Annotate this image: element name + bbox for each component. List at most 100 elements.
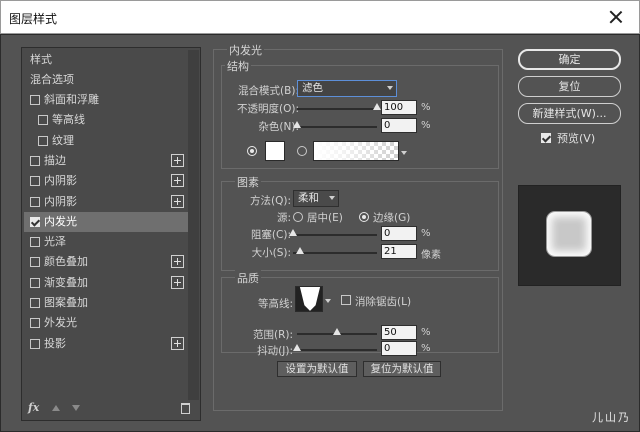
add-icon[interactable] <box>171 275 184 289</box>
style-item[interactable]: 外发光 <box>24 313 188 333</box>
opacity-slider-thumb[interactable] <box>373 103 381 110</box>
choke-label: 阻塞(C): <box>250 229 291 241</box>
blending-options-item[interactable]: 混合选项 <box>24 70 188 90</box>
add-icon[interactable] <box>171 153 184 167</box>
style-item-checkbox[interactable] <box>38 135 48 146</box>
move-down-icon[interactable] <box>72 405 80 411</box>
noise-slider[interactable] <box>293 121 377 128</box>
style-item[interactable]: 纹理 <box>24 131 188 151</box>
make-default-button[interactable]: 设置为默认值 <box>277 361 357 377</box>
style-item-checkbox[interactable] <box>30 216 40 227</box>
choke-slider[interactable] <box>289 229 377 236</box>
add-icon[interactable] <box>171 336 184 350</box>
glow-gradient-swatch[interactable] <box>313 141 399 161</box>
gradient-chevron-down-icon[interactable] <box>401 151 407 155</box>
size-slider-thumb[interactable] <box>296 247 305 254</box>
style-item[interactable]: 内发光 <box>24 211 188 232</box>
technique-dropdown[interactable]: 柔和 <box>293 190 339 207</box>
glow-color-swatch[interactable] <box>265 141 285 161</box>
style-item-label: 渐变叠加 <box>44 275 88 289</box>
range-slider[interactable] <box>297 328 377 335</box>
jitter-label: 抖动(J): <box>257 345 293 357</box>
style-preview <box>518 185 621 286</box>
choke-input[interactable]: 0 <box>381 226 417 241</box>
style-item[interactable]: 图案叠加 <box>24 293 188 313</box>
add-icon[interactable] <box>171 174 184 188</box>
preview-thumbnail <box>546 211 592 257</box>
reset-default-button[interactable]: 复位为默认值 <box>363 361 441 377</box>
list-scrollbar[interactable] <box>188 50 199 400</box>
style-item-checkbox[interactable] <box>30 277 40 288</box>
add-icon[interactable] <box>171 255 184 269</box>
ok-button[interactable]: 确定 <box>518 49 621 70</box>
blend-mode-dropdown[interactable]: 滤色 <box>297 80 397 97</box>
close-icon[interactable] <box>607 8 625 26</box>
add-icon[interactable] <box>171 194 184 208</box>
move-up-icon[interactable] <box>52 405 60 411</box>
style-item-checkbox[interactable] <box>30 257 40 268</box>
noise-unit: % <box>421 120 431 131</box>
style-item-checkbox[interactable] <box>30 155 40 166</box>
contour-preview[interactable] <box>295 286 323 312</box>
trash-icon[interactable] <box>181 403 190 414</box>
contour-label: 等高线: <box>257 298 293 310</box>
style-item-label: 纹理 <box>52 133 74 147</box>
range-label: 范围(R): <box>252 329 293 341</box>
style-item-checkbox[interactable] <box>38 115 48 126</box>
list-footer: fx <box>22 398 200 420</box>
style-item[interactable]: 颜色叠加 <box>24 252 188 272</box>
range-input[interactable]: 50 <box>381 325 417 340</box>
style-item[interactable]: 渐变叠加 <box>24 273 188 293</box>
anti-alias-checkbox[interactable] <box>341 295 351 305</box>
noise-slider-thumb[interactable] <box>293 121 301 128</box>
opacity-label: 不透明度(O): <box>237 103 299 115</box>
style-item[interactable]: 描边 <box>24 151 188 171</box>
contour-chevron-down-icon[interactable] <box>325 299 331 303</box>
source-center-radio[interactable] <box>293 212 303 222</box>
style-item-checkbox[interactable] <box>30 176 40 187</box>
style-item[interactable]: 斜面和浮雕 <box>24 90 188 110</box>
preview-label: 预览(V) <box>557 132 596 145</box>
choke-unit: % <box>421 228 431 239</box>
source-center-label: 居中(E) <box>307 212 343 224</box>
style-item[interactable]: 内阴影 <box>24 171 188 191</box>
size-slider[interactable] <box>293 247 377 254</box>
style-item-label: 斜面和浮雕 <box>44 93 99 106</box>
style-item-checkbox[interactable] <box>30 95 40 105</box>
new-style-button[interactable]: 新建样式(W)... <box>518 103 621 124</box>
quality-title: 品质 <box>235 270 261 286</box>
range-slider-thumb[interactable] <box>333 328 341 335</box>
anti-alias-label: 消除锯齿(L) <box>355 296 412 308</box>
preview-checkbox[interactable] <box>541 133 551 143</box>
source-label: 源: <box>276 212 291 224</box>
size-input[interactable]: 21 <box>381 244 417 259</box>
style-item-checkbox[interactable] <box>30 338 40 349</box>
window-title: 图层样式 <box>9 12 58 26</box>
noise-input[interactable]: 0 <box>381 118 417 133</box>
contour-curve-icon <box>296 287 322 311</box>
jitter-slider[interactable] <box>293 344 377 351</box>
choke-slider-thumb[interactable] <box>289 229 297 236</box>
style-item[interactable]: 光泽 <box>24 232 188 252</box>
style-item-label: 内阴影 <box>44 194 77 208</box>
jitter-slider-thumb[interactable] <box>293 344 301 351</box>
fx-icon[interactable]: fx <box>28 401 39 414</box>
style-item-checkbox[interactable] <box>30 237 40 248</box>
style-item-label: 图案叠加 <box>44 296 88 309</box>
jitter-input[interactable]: 0 <box>381 341 417 356</box>
gradient-radio[interactable] <box>297 146 307 156</box>
source-edge-radio[interactable] <box>359 212 369 222</box>
style-item-checkbox[interactable] <box>30 196 40 207</box>
style-item[interactable]: 投影 <box>24 334 188 354</box>
style-item[interactable]: 内阴影 <box>24 192 188 212</box>
opacity-slider[interactable] <box>297 103 381 110</box>
style-item-label: 描边 <box>44 153 66 167</box>
reset-button[interactable]: 复位 <box>518 76 621 97</box>
inner-glow-settings: 内发光 结构 混合模式(B): 滤色 不透明度(O): 100 % 杂色(N):… <box>213 42 505 411</box>
style-item-checkbox[interactable] <box>30 318 40 329</box>
style-item[interactable]: 等高线 <box>24 110 188 130</box>
solid-color-radio[interactable] <box>247 146 257 156</box>
opacity-input[interactable]: 100 <box>381 100 417 115</box>
styles-header[interactable]: 样式 <box>24 50 188 70</box>
style-item-checkbox[interactable] <box>30 298 40 308</box>
